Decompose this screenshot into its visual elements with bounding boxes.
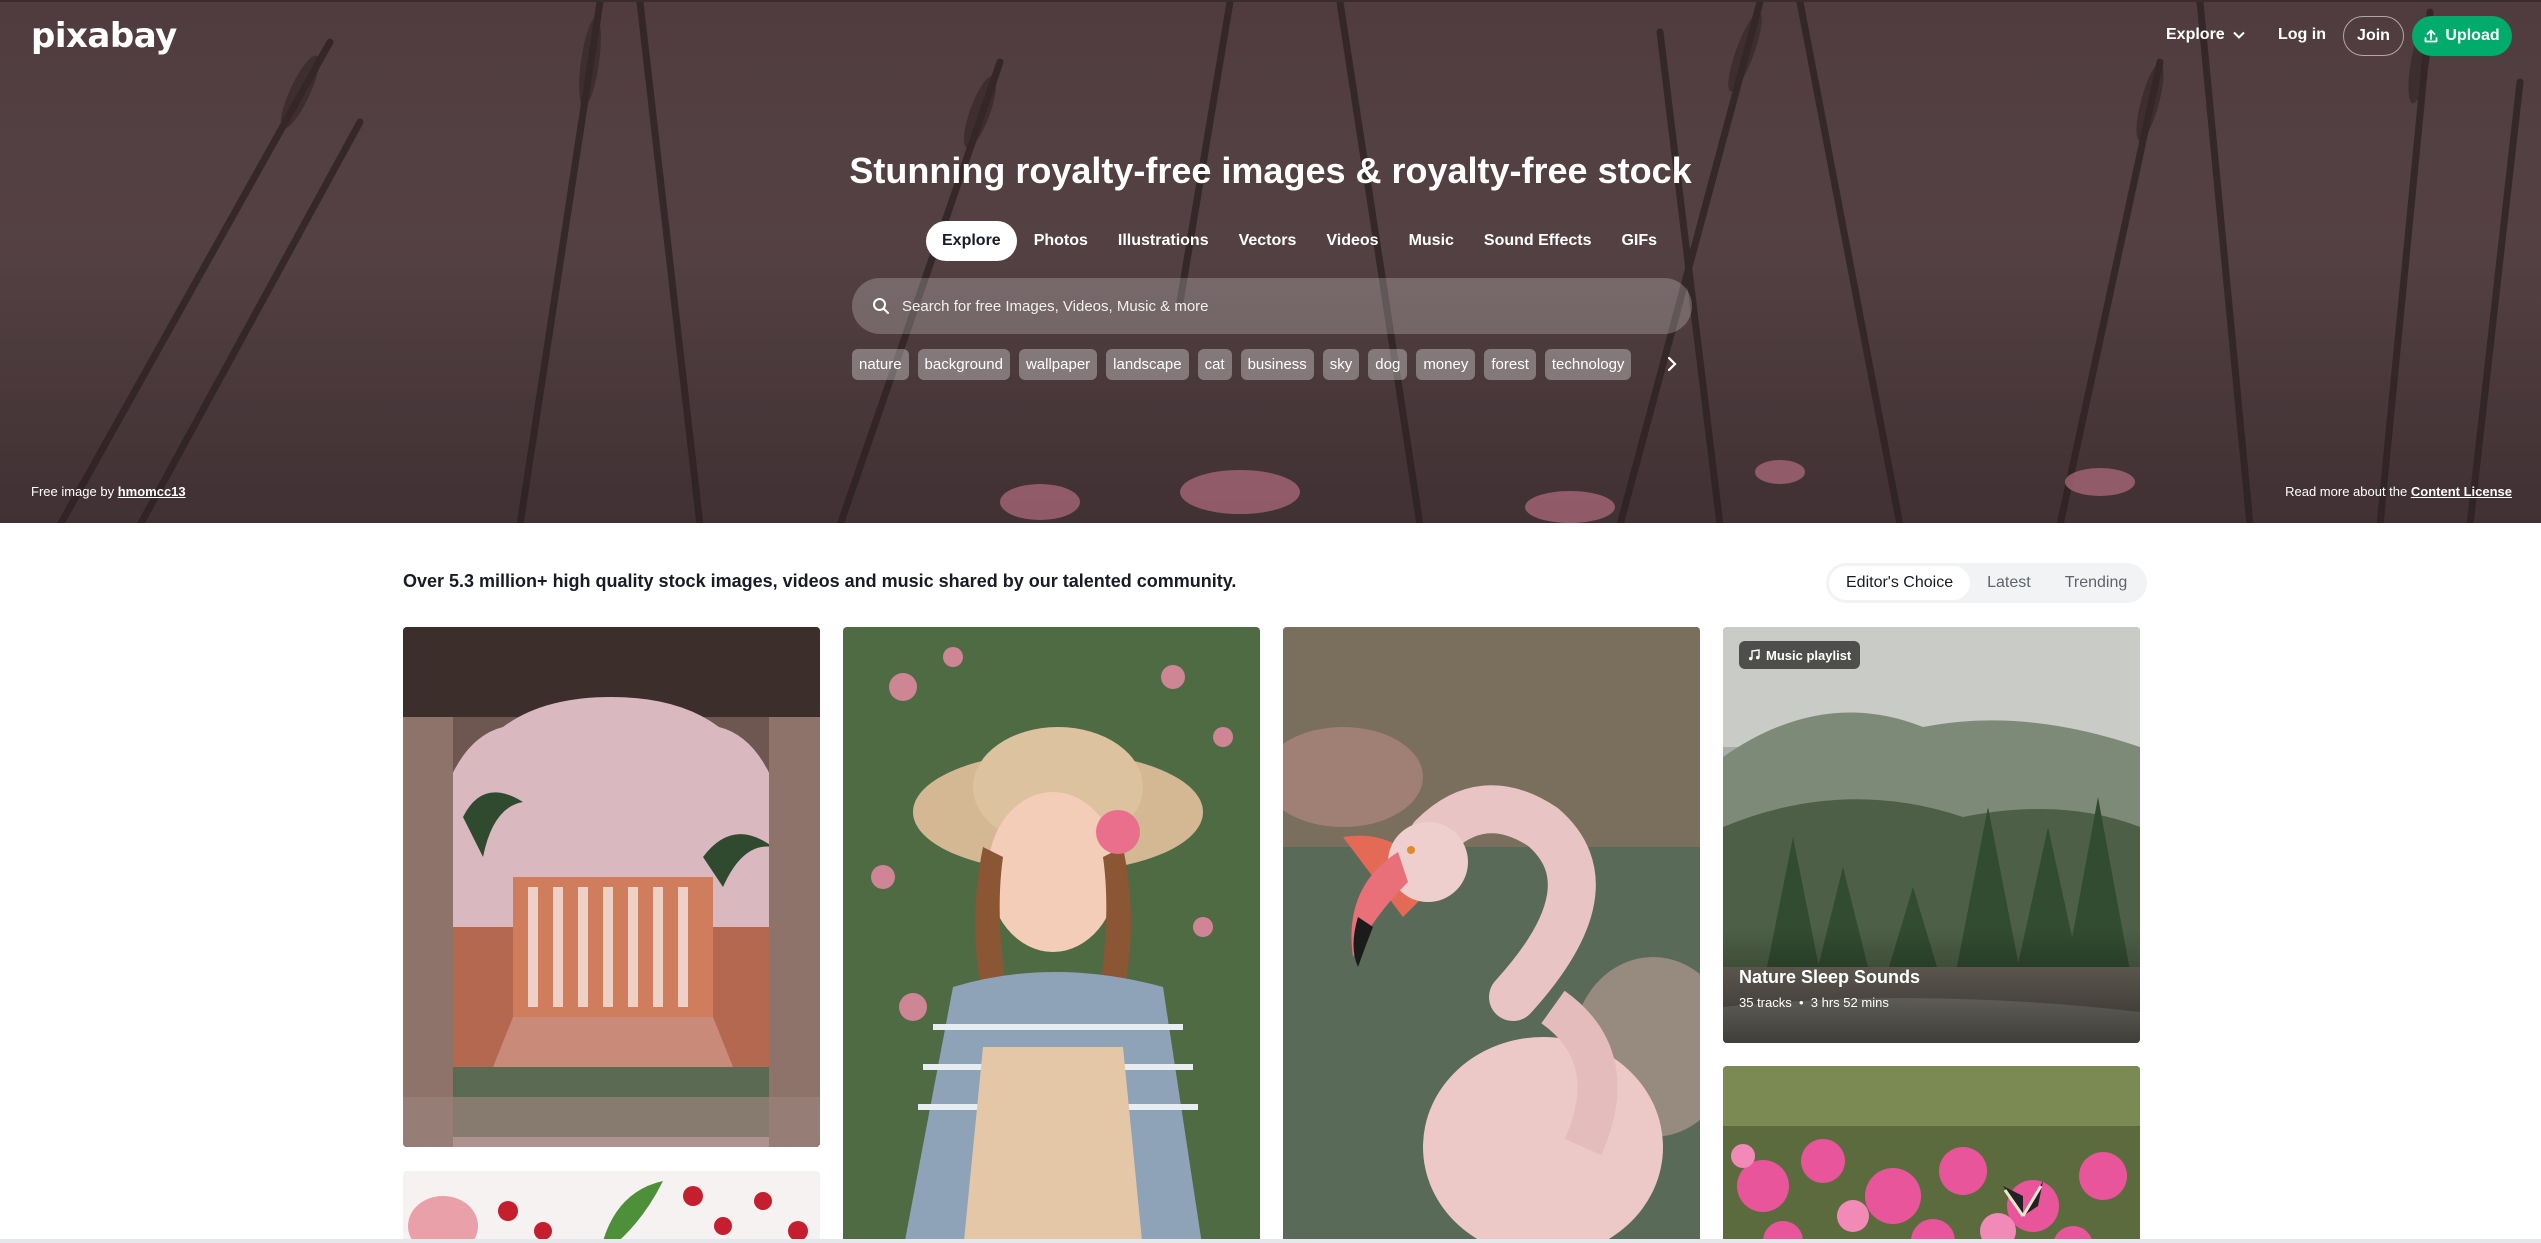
pixabay-logo[interactable]: pixabay [31, 16, 177, 56]
playlist-tracks: 35 tracks [1739, 995, 1792, 1010]
chip-sky[interactable]: sky [1322, 349, 1360, 380]
media-type-tabs: Explore Photos Illustrations Vectors Vid… [926, 221, 1672, 261]
hero-overlay [0, 2, 2541, 523]
image-card-girl-straw-hat[interactable] [843, 627, 1260, 1243]
chip-landscape[interactable]: landscape [1106, 349, 1189, 380]
raspberries-photo [403, 1171, 820, 1243]
intro-text: Over 5.3 million+ high quality stock ima… [403, 571, 1237, 591]
sort-toggle: Editor's Choice Latest Trending [1826, 563, 2148, 603]
playlist-card-nature-sleep-sounds[interactable]: Music playlist Nature Sleep Sounds 35 tr… [1723, 627, 2140, 1043]
upload-icon [2424, 29, 2438, 43]
playlist-duration: 3 hrs 52 mins [1810, 995, 1889, 1010]
chip-nature[interactable]: nature [852, 349, 909, 380]
license-note: Read more about the Content License [2285, 484, 2512, 499]
badge-label: Music playlist [1766, 647, 1852, 663]
palace-archway-photo [403, 627, 820, 1147]
upload-label: Upload [2445, 27, 2500, 44]
login-link[interactable]: Log in [2278, 26, 2326, 44]
chevron-right-icon [1667, 356, 1677, 372]
tab-music[interactable]: Music [1394, 221, 1469, 261]
page-bottom-edge [0, 1239, 2541, 1243]
tab-sound-effects[interactable]: Sound Effects [1469, 221, 1607, 261]
image-card-pink-flowers-butterfly[interactable] [1723, 1066, 2140, 1243]
girl-straw-hat-photo [843, 627, 1260, 1243]
image-card-palace-archway[interactable] [403, 627, 820, 1147]
music-note-icon [1749, 649, 1760, 661]
image-card-flamingo[interactable] [1283, 627, 1700, 1243]
tab-gifs[interactable]: GIFs [1606, 221, 1672, 261]
popular-searches: nature background wallpaper landscape ca… [852, 349, 1632, 380]
search-input[interactable] [902, 297, 1662, 315]
tab-explore[interactable]: Explore [926, 221, 1017, 261]
upload-button[interactable]: Upload [2412, 16, 2512, 56]
chip-cat[interactable]: cat [1197, 349, 1232, 380]
flamingo-photo [1283, 627, 1700, 1243]
tab-videos[interactable]: Videos [1311, 221, 1393, 261]
playlist-title: Nature Sleep Sounds [1739, 967, 1921, 987]
chip-business[interactable]: business [1240, 349, 1314, 380]
tab-illustrations[interactable]: Illustrations [1103, 221, 1224, 261]
sort-trending[interactable]: Trending [2048, 566, 2145, 600]
music-playlist-badge: Music playlist [1739, 641, 1861, 669]
explore-label: Explore [2166, 26, 2225, 43]
tab-vectors[interactable]: Vectors [1224, 221, 1312, 261]
chip-technology[interactable]: technology [1544, 349, 1632, 380]
tab-photos[interactable]: Photos [1019, 221, 1103, 261]
chevron-down-icon [2232, 31, 2245, 39]
explore-menu-button[interactable]: Explore [2166, 26, 2245, 44]
join-button[interactable]: Join [2343, 16, 2404, 56]
chip-forest[interactable]: forest [1484, 349, 1536, 380]
chip-dog[interactable]: dog [1368, 349, 1408, 380]
sort-latest[interactable]: Latest [1970, 566, 2048, 600]
pink-flowers-photo [1723, 1066, 2140, 1243]
hero-title: Stunning royalty-free images & royalty-f… [849, 150, 1692, 191]
chips-next-button[interactable] [1661, 352, 1683, 376]
chip-background[interactable]: background [917, 349, 1010, 380]
hero-banner: pixabay Explore Log in Join Upload Stunn… [0, 0, 2541, 523]
playlist-meta: 35 tracks • 3 hrs 52 mins [1739, 995, 1889, 1010]
credit-prefix: Free image by [31, 484, 115, 499]
content-license-link[interactable]: Content License [2411, 484, 2512, 499]
search-bar [852, 278, 1692, 334]
chip-money[interactable]: money [1416, 349, 1476, 380]
image-credit: Free image by hmomcc13 [31, 484, 186, 499]
credit-user-link[interactable]: hmomcc13 [118, 484, 186, 499]
image-card-raspberries[interactable] [403, 1171, 820, 1243]
sort-editors-choice[interactable]: Editor's Choice [1829, 566, 1971, 600]
search-icon[interactable] [872, 297, 890, 315]
chip-wallpaper[interactable]: wallpaper [1018, 349, 1098, 380]
top-navigation: pixabay Explore Log in Join Upload [0, 2, 2541, 72]
license-prefix: Read more about the [2285, 484, 2408, 499]
meta-separator: • [1795, 995, 1808, 1010]
